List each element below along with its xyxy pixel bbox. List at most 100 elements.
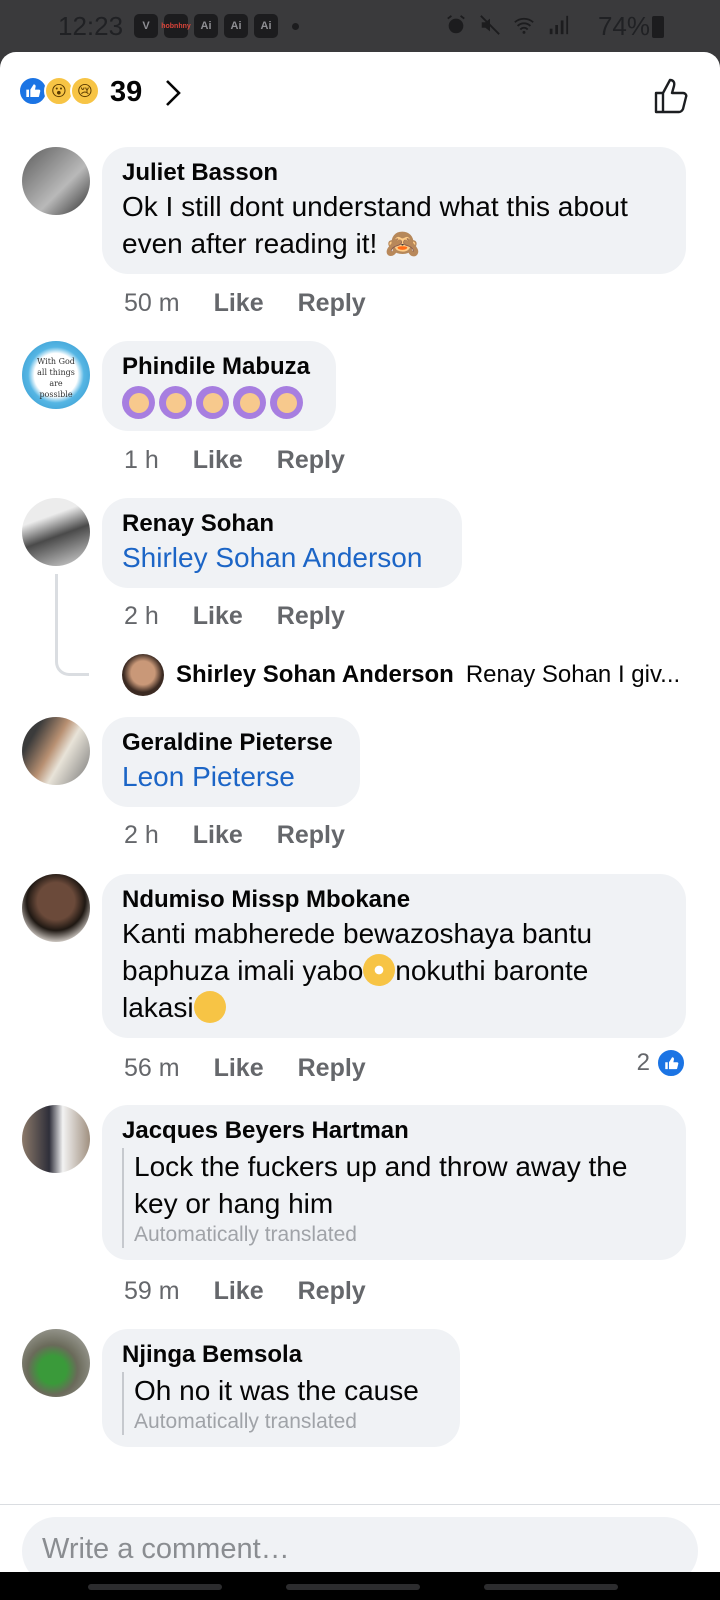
app-notification-icon: V — [134, 14, 158, 38]
comment-author[interactable]: Phindile Mabuza — [122, 352, 316, 382]
comment-author[interactable]: Juliet Basson — [122, 158, 666, 188]
mention-link[interactable]: Shirley Sohan Anderson — [122, 539, 442, 576]
comment-actions: 59 m Like Reply — [124, 1277, 366, 1306]
comment-time: 56 m — [124, 1054, 180, 1082]
person-gesturing-ok-icon — [233, 386, 266, 419]
sad-reaction-icon: 😢 — [70, 76, 100, 106]
like-link[interactable]: Like — [193, 602, 243, 631]
comment-actions: 1 h Like Reply — [124, 446, 345, 475]
avatar[interactable] — [22, 147, 90, 215]
comment-actions: 2 h Like Reply — [124, 821, 345, 850]
reply-link[interactable]: Reply — [277, 821, 345, 850]
comment-bubble[interactable]: Renay Sohan Shirley Sohan Anderson — [102, 498, 462, 588]
avatar[interactable]: With God all things are possible — [22, 341, 90, 409]
reply-link[interactable]: Reply — [277, 446, 345, 475]
like-link[interactable]: Like — [214, 1054, 264, 1083]
reply-preview[interactable]: Shirley Sohan Anderson Renay Sohan I giv… — [122, 654, 680, 696]
status-time: 12:23 — [58, 11, 124, 41]
person-gesturing-ok-icon — [159, 386, 192, 419]
reply-thread-line — [55, 574, 89, 676]
comment-input-placeholder: Write a comment… — [42, 1533, 290, 1565]
comment-text: Ok I still dont understand what this abo… — [122, 191, 628, 259]
status-bar: 12:23 V hobnhny Ai Ai Ai 74% — [0, 0, 720, 52]
reaction-icons: 😮 😢 — [18, 76, 100, 106]
comment-author[interactable]: Ndumiso Missp Mbokane — [122, 885, 666, 915]
comment-likes-badge[interactable]: 2 — [637, 1048, 686, 1078]
like-reaction-icon — [656, 1048, 686, 1078]
comment-author[interactable]: Renay Sohan — [122, 509, 442, 539]
avatar[interactable] — [22, 498, 90, 566]
like-link[interactable]: Like — [193, 821, 243, 850]
signal-icon — [549, 15, 569, 35]
person-gesturing-ok-icon — [196, 386, 229, 419]
person-gesturing-ok-icon — [122, 386, 155, 419]
like-link[interactable]: Like — [193, 446, 243, 475]
comment-bubble[interactable]: Phindile Mabuza — [102, 341, 336, 431]
like-link[interactable]: Like — [214, 289, 264, 318]
mute-icon — [480, 15, 500, 35]
wifi-icon — [514, 17, 534, 34]
comment-like-count: 2 — [636, 1049, 650, 1076]
comment-author[interactable]: Geraldine Pieterse — [122, 728, 340, 758]
comment-bubble[interactable]: Geraldine Pieterse Leon Pieterse — [102, 717, 360, 807]
comment-text: Kanti mabherede bewazoshaya bantu baphuz… — [122, 915, 666, 1026]
comment-bubble[interactable]: Njinga Bemsola Oh no it was the cause Au… — [102, 1329, 460, 1447]
reply-author: Shirley Sohan Anderson — [176, 661, 454, 688]
app-notification-icon: Ai — [194, 14, 218, 38]
flushed-face-icon — [363, 953, 396, 986]
system-nav-bar — [0, 1572, 720, 1600]
nav-pill[interactable] — [286, 1584, 420, 1590]
chevron-right-icon[interactable] — [162, 78, 184, 108]
avatar[interactable] — [22, 874, 90, 942]
comment-time: 1 h — [124, 446, 159, 474]
comment-emoji-row — [122, 386, 316, 419]
comments-sheet: 😮 😢 39 Juliet Basson Ok I still dont und… — [0, 52, 720, 1572]
comment-time: 2 h — [124, 821, 159, 849]
comment-author[interactable]: Njinga Bemsola — [122, 1340, 440, 1370]
reply-link[interactable]: Reply — [298, 1277, 366, 1306]
reaction-count[interactable]: 39 — [110, 76, 142, 109]
avatar[interactable] — [22, 717, 90, 785]
battery-percent: 74% — [597, 11, 650, 41]
comment-bubble[interactable]: Ndumiso Missp Mbokane Kanti mabherede be… — [102, 874, 686, 1038]
translated-block: Oh no it was the cause Automatically tra… — [122, 1372, 440, 1435]
comment-time: 59 m — [124, 1277, 180, 1305]
status-app-icons: V hobnhny Ai Ai Ai — [134, 14, 299, 38]
avatar[interactable] — [22, 1329, 90, 1397]
reply-link[interactable]: Reply — [298, 1054, 366, 1083]
app-notification-icon: hobnhny — [161, 14, 191, 38]
comment-bubble[interactable]: Jacques Beyers Hartman Lock the fuckers … — [102, 1105, 686, 1260]
comment-input[interactable]: Write a comment… — [22, 1517, 698, 1572]
comment-actions: 2 h Like Reply — [124, 602, 345, 631]
more-notifications-dot — [292, 22, 299, 30]
avatar[interactable] — [22, 1105, 90, 1173]
comment-author[interactable]: Jacques Beyers Hartman — [122, 1116, 666, 1146]
comment-actions: 50 m Like Reply — [124, 289, 366, 318]
translation-note[interactable]: Automatically translated — [134, 1222, 666, 1248]
nav-pill[interactable] — [88, 1584, 222, 1590]
translation-note[interactable]: Automatically translated — [134, 1409, 440, 1435]
reactions-bar[interactable]: 😮 😢 39 — [0, 52, 720, 132]
reply-link[interactable]: Reply — [298, 289, 366, 318]
alarm-icon — [447, 15, 465, 34]
reply-avatar — [122, 654, 164, 696]
translated-block: Lock the fuckers up and throw away the k… — [122, 1148, 666, 1248]
comment-bubble[interactable]: Juliet Basson Ok I still dont understand… — [102, 147, 686, 274]
battery-icon — [652, 16, 664, 38]
reply-text: Renay Sohan I giv... — [465, 661, 681, 688]
app-notification-icon: Ai — [254, 14, 278, 38]
comment-composer-area: Write a comment… — [0, 1504, 720, 1572]
nav-pill[interactable] — [484, 1584, 618, 1590]
like-link[interactable]: Like — [214, 1277, 264, 1306]
comment-text: Lock the fuckers up and throw away the k… — [134, 1151, 628, 1219]
unamused-face-icon — [193, 990, 226, 1023]
app-notification-icon: Ai — [224, 14, 248, 38]
reply-link[interactable]: Reply — [277, 602, 345, 631]
like-button-icon[interactable] — [652, 76, 692, 116]
mention-link[interactable]: Leon Pieterse — [122, 758, 340, 795]
comment-actions: 56 m Like Reply — [124, 1054, 366, 1083]
avatar-caption: With God all things are possible — [37, 357, 75, 399]
comment-time: 50 m — [124, 289, 180, 317]
comment-time: 2 h — [124, 602, 159, 630]
comment-text: Oh no it was the cause — [134, 1375, 419, 1406]
